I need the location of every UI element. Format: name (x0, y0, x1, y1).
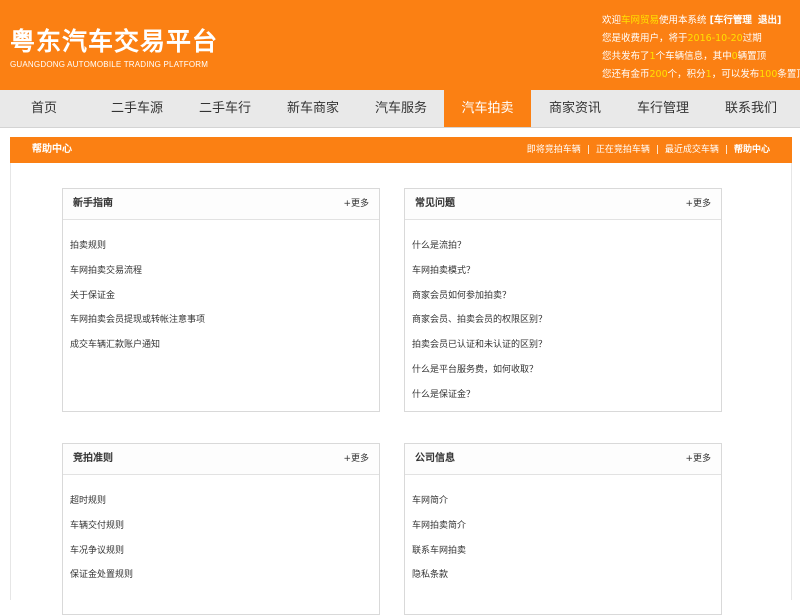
nav-item-used-cars[interactable]: 二手车源 (93, 90, 181, 127)
main-nav: 首页 二手车源 二手车行 新车商家 汽车服务 汽车拍卖 商家资讯 车行管理 联系… (0, 90, 800, 128)
more-link[interactable]: +更多 (685, 189, 711, 219)
points-text: 个，积分 (667, 69, 706, 80)
panel-beginner-guide: 新手指南 +更多 拍卖规则 车网拍卖交易流程 关于保证金 车网拍卖会员提现或转帐… (62, 188, 380, 412)
list-item[interactable]: 车辆交付规则 (70, 514, 379, 539)
user-balance-line: 您还有金币200个，积分1，可以发布100条置顶信息 (602, 66, 800, 84)
panel-title: 常见问题 (415, 198, 455, 209)
username: 车网贸易 (621, 15, 660, 26)
expiry-date: 2016-10-20 (687, 33, 743, 44)
expiry-text: 您是收费用户，将于 (602, 33, 688, 44)
list-item[interactable]: 什么是流拍？ (412, 234, 721, 259)
expiry-suffix: 过期 (742, 33, 762, 44)
user-listing-line: 您共发布了1个车辆信息，其中0辆置顶 (602, 48, 800, 66)
list-item[interactable]: 保证金处置规则 (70, 563, 379, 588)
listing-text: 您共发布了 (602, 51, 650, 62)
panel-title: 竞拍准则 (73, 453, 113, 464)
list-item[interactable]: 关于保证金 (70, 284, 379, 309)
link-separator: | (655, 145, 659, 155)
panel-header: 竞拍准则 +更多 (63, 444, 379, 475)
publish-text: ，可以发布 (711, 69, 760, 80)
list-item[interactable]: 什么是保证金？ (412, 383, 721, 408)
dealer-management-link[interactable]: [车行管理 (710, 15, 752, 26)
site-logo-title[interactable]: 粤东汽车交易平台 (10, 22, 218, 58)
panel-company-info: 公司信息 +更多 车网简介 车网拍卖简介 联系车网拍卖 隐私条款 (404, 443, 722, 615)
balance-text: 您还有金币 (602, 69, 650, 80)
list-item[interactable]: 车网拍卖模式？ (412, 259, 721, 284)
help-center-bar: 帮助中心 即将竞拍车辆 | 正在竞拍车辆 | 最近成交车辆 | 帮助中心 (10, 137, 792, 163)
list-item[interactable]: 商家会员、拍卖会员的权限区别？ (412, 308, 721, 333)
recent-deals-link[interactable]: 最近成交车辆 (665, 145, 719, 155)
panel-faq: 常见问题 +更多 什么是流拍？ 车网拍卖模式？ 商家会员如何参加拍卖？ 商家会员… (404, 188, 722, 412)
company-list: 车网简介 车网拍卖简介 联系车网拍卖 隐私条款 (405, 475, 721, 588)
listing-text-mid: 个车辆信息，其中 (655, 51, 732, 62)
nav-item-home[interactable]: 首页 (0, 90, 88, 127)
more-link[interactable]: +更多 (685, 444, 711, 474)
link-separator: | (724, 145, 728, 155)
list-item[interactable]: 联系车网拍卖 (412, 539, 721, 564)
panel-header: 新手指南 +更多 (63, 189, 379, 220)
list-item[interactable]: 成交车辆汇款账户通知 (70, 333, 379, 358)
more-link[interactable]: +更多 (343, 444, 369, 474)
welcome-text: 欢迎 (602, 15, 622, 26)
faq-list: 什么是流拍？ 车网拍卖模式？ 商家会员如何参加拍卖？ 商家会员、拍卖会员的权限区… (405, 220, 721, 408)
list-item[interactable]: 商家会员如何参加拍卖？ (412, 284, 721, 309)
guide-list: 拍卖规则 车网拍卖交易流程 关于保证金 车网拍卖会员提现或转帐注意事项 成交车辆… (63, 220, 379, 358)
list-item[interactable]: 拍卖规则 (70, 234, 379, 259)
pin-quota-suffix: 条置顶信息 (777, 69, 800, 80)
list-item[interactable]: 隐私条款 (412, 563, 721, 588)
list-item[interactable]: 车网简介 (412, 489, 721, 514)
nav-item-used-dealers[interactable]: 二手车行 (181, 90, 269, 127)
auction-sub-links: 即将竞拍车辆 | 正在竞拍车辆 | 最近成交车辆 | 帮助中心 (527, 137, 770, 163)
help-center-title: 帮助中心 (32, 144, 72, 155)
listing-suffix: 辆置顶 (737, 51, 767, 62)
user-info-panel: 欢迎车网贸易使用本系统 [车行管理 退出] 您是收费用户，将于2016-10-2… (602, 12, 800, 84)
list-item[interactable]: 拍卖会员已认证和未认证的区别？ (412, 333, 721, 358)
list-item[interactable]: 车网拍卖简介 (412, 514, 721, 539)
welcome-suffix: 使用本系统 (659, 15, 710, 26)
list-item[interactable]: 车网拍卖交易流程 (70, 259, 379, 284)
list-item[interactable]: 超时规则 (70, 489, 379, 514)
help-content-area: 新手指南 +更多 拍卖规则 车网拍卖交易流程 关于保证金 车网拍卖会员提现或转帐… (10, 163, 792, 615)
list-item[interactable]: 车况争议规则 (70, 539, 379, 564)
more-link[interactable]: +更多 (343, 189, 369, 219)
panel-header: 公司信息 +更多 (405, 444, 721, 475)
panel-bidding-rules: 竞拍准则 +更多 超时规则 车辆交付规则 车况争议规则 保证金处置规则 (62, 443, 380, 615)
panel-header: 常见问题 +更多 (405, 189, 721, 220)
nav-item-new-car-dealers[interactable]: 新车商家 (269, 90, 357, 127)
list-item[interactable]: 车网拍卖会员提现或转帐注意事项 (70, 308, 379, 333)
logout-link[interactable]: 退出] (758, 15, 781, 26)
list-item[interactable]: 什么是平台服务费，如何收取？ (412, 358, 721, 383)
ongoing-auction-link[interactable]: 正在竞拍车辆 (596, 145, 650, 155)
user-welcome-line: 欢迎车网贸易使用本系统 [车行管理 退出] (602, 12, 800, 30)
nav-item-car-services[interactable]: 汽车服务 (357, 90, 445, 127)
pin-quota: 100 (759, 69, 778, 80)
nav-item-contact-us[interactable]: 联系我们 (707, 90, 795, 127)
coin-count: 200 (649, 69, 668, 80)
upcoming-auction-link[interactable]: 即将竞拍车辆 (527, 145, 581, 155)
user-expiry-line: 您是收费用户，将于2016-10-20过期 (602, 30, 800, 48)
nav-item-car-auction[interactable]: 汽车拍卖 (444, 90, 531, 127)
help-center-link[interactable]: 帮助中心 (734, 145, 770, 155)
link-separator: | (586, 145, 590, 155)
panel-title: 公司信息 (415, 453, 455, 464)
nav-item-dealer-news[interactable]: 商家资讯 (531, 90, 619, 127)
site-logo-subtitle: GUANGDONG AUTOMOBILE TRADING PLATFORM (10, 60, 209, 69)
panel-title: 新手指南 (73, 198, 113, 209)
site-header: 粤东汽车交易平台 GUANGDONG AUTOMOBILE TRADING PL… (0, 0, 800, 90)
rules-list: 超时规则 车辆交付规则 车况争议规则 保证金处置规则 (63, 475, 379, 588)
nav-item-dealer-management[interactable]: 车行管理 (619, 90, 707, 127)
